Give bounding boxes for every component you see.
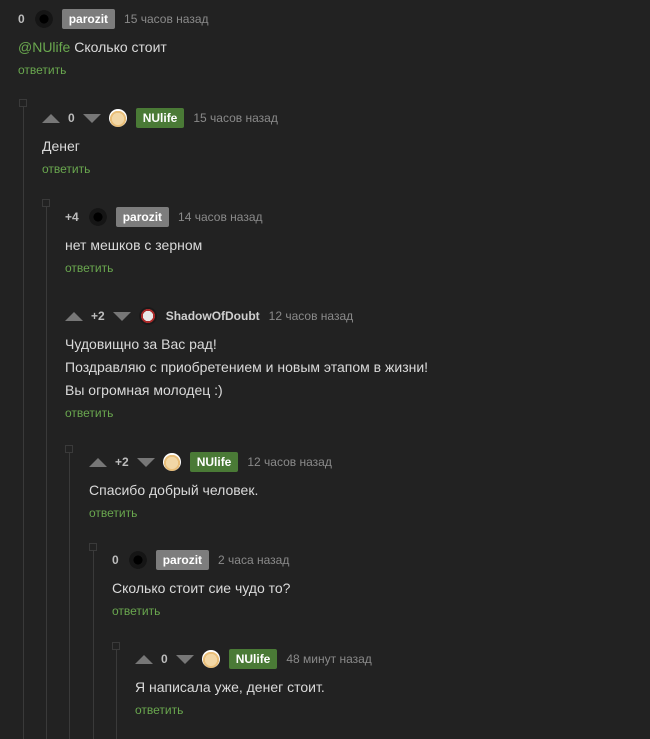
comment: 0 parozit 15 часов назад @NUlife Сколько… bbox=[18, 8, 209, 79]
comment-rating: +4 bbox=[65, 210, 79, 224]
thread-line bbox=[69, 453, 70, 739]
comment-text: Спасибо добрый человек. bbox=[89, 482, 259, 498]
thread-line bbox=[23, 107, 24, 739]
comment: +4 parozit 14 часов назад нет мешков с з… bbox=[65, 206, 263, 277]
username[interactable]: NUlife bbox=[135, 108, 185, 128]
comment-text-line: Поздравляю с приобретением и новым этапо… bbox=[65, 359, 429, 375]
comment: 0 NUlife 15 часов назад Денег ответить bbox=[42, 107, 278, 178]
reply-button[interactable]: ответить bbox=[42, 162, 90, 176]
comment-rating: 0 bbox=[18, 12, 25, 26]
thread-collapse-toggle[interactable] bbox=[89, 543, 97, 551]
timestamp[interactable]: 12 часов назад bbox=[247, 455, 331, 469]
timestamp[interactable]: 14 часов назад bbox=[178, 210, 262, 224]
comment-text: нет мешков с зерном bbox=[65, 237, 203, 253]
user-mention[interactable]: @NUlife bbox=[18, 39, 70, 55]
comment-header: 0 parozit 15 часов назад bbox=[18, 8, 209, 30]
comment: 0 NUlife 48 минут назад Я написала уже, … bbox=[135, 648, 372, 719]
vote-controls: 0 bbox=[135, 652, 194, 666]
upvote-icon[interactable] bbox=[89, 457, 107, 467]
downvote-icon[interactable] bbox=[175, 654, 194, 664]
avatar[interactable] bbox=[128, 551, 147, 569]
avatar[interactable] bbox=[138, 307, 157, 325]
comment: +2 NUlife 12 часов назад Спасибо добрый … bbox=[89, 451, 332, 522]
comment-text: Денег bbox=[42, 138, 80, 154]
downvote-icon[interactable] bbox=[112, 311, 131, 321]
timestamp[interactable]: 12 часов назад bbox=[269, 309, 353, 323]
comment-text-line: Вы огромная молодец :) bbox=[65, 382, 223, 398]
comment-rating: +2 bbox=[91, 309, 105, 323]
upvote-icon[interactable] bbox=[65, 311, 83, 321]
username[interactable]: ShadowOfDoubt bbox=[166, 309, 260, 323]
timestamp[interactable]: 15 часов назад bbox=[124, 12, 208, 26]
downvote-icon[interactable] bbox=[82, 113, 101, 123]
avatar[interactable] bbox=[88, 208, 107, 226]
comment: +2 ShadowOfDoubt 12 часов назад Чудовищн… bbox=[65, 305, 428, 422]
comment-text-body: Сколько стоит bbox=[70, 39, 167, 55]
comment-header: 0 NUlife 15 часов назад bbox=[42, 107, 278, 129]
username[interactable]: parozit bbox=[61, 9, 116, 29]
avatar[interactable] bbox=[201, 650, 220, 668]
comment-rating: 0 bbox=[161, 652, 168, 666]
reply-button[interactable]: ответить bbox=[135, 703, 183, 717]
username[interactable]: NUlife bbox=[189, 452, 239, 472]
thread-collapse-toggle[interactable] bbox=[112, 642, 120, 650]
reply-button[interactable]: ответить bbox=[65, 406, 113, 420]
downvote-icon[interactable] bbox=[136, 457, 155, 467]
thread-line bbox=[46, 207, 47, 739]
comment-text-line: Чудовищно за Вас рад! bbox=[65, 336, 217, 352]
thread-line bbox=[116, 650, 117, 739]
thread-line bbox=[93, 551, 94, 739]
comment-header: 0 NUlife 48 минут назад bbox=[135, 648, 372, 670]
comment-header: +2 ShadowOfDoubt 12 часов назад bbox=[65, 305, 428, 327]
reply-button[interactable]: ответить bbox=[65, 261, 113, 275]
timestamp[interactable]: 15 часов назад bbox=[193, 111, 277, 125]
reply-button[interactable]: ответить bbox=[89, 506, 137, 520]
comment-text: Я написала уже, денег стоит. bbox=[135, 679, 325, 695]
upvote-icon[interactable] bbox=[135, 654, 153, 664]
vote-controls: 0 bbox=[42, 111, 101, 125]
username[interactable]: NUlife bbox=[228, 649, 278, 669]
comment-header: +2 NUlife 12 часов назад bbox=[89, 451, 332, 473]
timestamp[interactable]: 2 часа назад bbox=[218, 553, 289, 567]
username[interactable]: parozit bbox=[115, 207, 170, 227]
timestamp[interactable]: 48 минут назад bbox=[286, 652, 371, 666]
vote-controls: +2 bbox=[89, 455, 155, 469]
avatar[interactable] bbox=[162, 453, 181, 471]
comment-rating: +2 bbox=[115, 455, 129, 469]
vote-controls: +2 bbox=[65, 309, 131, 323]
username[interactable]: parozit bbox=[155, 550, 210, 570]
comment-text: Чудовищно за Вас рад! Поздравляю с приоб… bbox=[65, 333, 428, 402]
comment: 0 parozit 2 часа назад Сколько стоит сие… bbox=[112, 549, 290, 620]
upvote-icon[interactable] bbox=[42, 113, 60, 123]
comment-rating: 0 bbox=[112, 553, 119, 567]
thread-collapse-toggle[interactable] bbox=[19, 99, 27, 107]
comment-header: 0 parozit 2 часа назад bbox=[112, 549, 290, 571]
comment-text: @NUlife Сколько стоит bbox=[18, 36, 209, 59]
comment-text: Сколько стоит сие чудо то? bbox=[112, 580, 291, 596]
thread-collapse-toggle[interactable] bbox=[42, 199, 50, 207]
reply-button[interactable]: ответить bbox=[18, 63, 66, 77]
thread-collapse-toggle[interactable] bbox=[65, 445, 73, 453]
comment-rating: 0 bbox=[68, 111, 75, 125]
avatar[interactable] bbox=[34, 10, 53, 28]
avatar[interactable] bbox=[108, 109, 127, 127]
comment-header: +4 parozit 14 часов назад bbox=[65, 206, 263, 228]
reply-button[interactable]: ответить bbox=[112, 604, 160, 618]
